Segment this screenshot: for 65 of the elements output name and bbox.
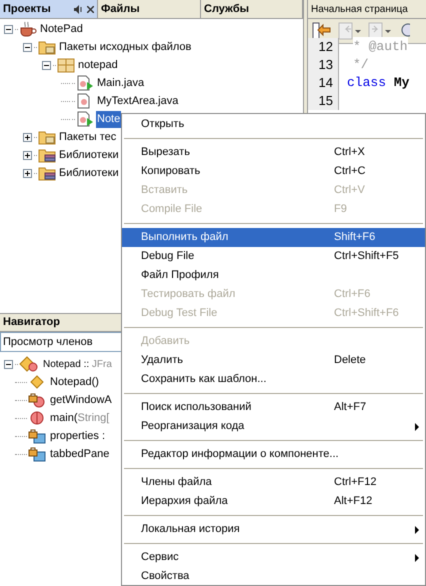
collapse-icon[interactable] <box>42 60 51 70</box>
panel-tab[interactable]: Проекты <box>0 0 98 18</box>
close-icon[interactable] <box>87 6 94 12</box>
menu-item[interactable]: Сервис <box>122 548 425 567</box>
menu-item[interactable]: Выполнить файл Shift+F6 <box>122 228 425 247</box>
expand-icon[interactable] <box>23 132 32 142</box>
menu-item[interactable]: Свойства <box>122 567 425 586</box>
menu-item[interactable]: Файл Профиля <box>122 266 425 285</box>
tree-item[interactable]: Библиотеки <box>58 146 120 164</box>
class-name[interactable]: Notepad :: JFra <box>43 356 112 372</box>
folder-icon <box>38 147 56 163</box>
menu-item[interactable]: Удалить Delete <box>122 351 425 370</box>
folder-icon <box>38 129 56 145</box>
menu-item[interactable]: Поиск использований Alt+F7 <box>122 398 425 417</box>
menu-item[interactable]: Открыть <box>122 115 425 134</box>
member-item[interactable]: Notepad() <box>50 374 99 390</box>
line-number: 13 <box>308 56 339 74</box>
tree-item[interactable]: NotePad <box>39 20 84 38</box>
menu-item[interactable]: Члены файла Ctrl+F12 <box>122 473 425 492</box>
class-icon <box>18 356 40 372</box>
tree-item[interactable]: Main.java <box>96 74 146 92</box>
menu-item[interactable]: Локальная история <box>122 520 425 539</box>
panel-title: Навигатор <box>3 315 60 330</box>
java-file-icon <box>76 111 94 127</box>
member-item[interactable]: main(String[ <box>50 410 110 426</box>
line-number: 15 <box>308 92 339 110</box>
line-number: 12 <box>308 38 339 56</box>
lock-square-icon <box>28 446 46 462</box>
line-number: 14 <box>308 74 339 92</box>
tree-item[interactable]: Пакеты исходных файлов <box>58 38 192 56</box>
collapse-icon[interactable] <box>4 24 13 34</box>
lock-circle-icon <box>28 392 46 408</box>
document-arrow-icon[interactable] <box>338 22 362 40</box>
member-item[interactable]: properties : <box>50 428 106 444</box>
tree-item[interactable]: Библиотеки <box>58 164 120 182</box>
back-arrow-icon[interactable] <box>312 22 332 40</box>
expand-icon[interactable] <box>23 150 32 160</box>
code-line: class My <box>347 74 410 92</box>
menu-item[interactable]: Иерархия файла Alt+F12 <box>122 492 425 511</box>
menu-item[interactable]: Вырезать Ctrl+X <box>122 143 425 162</box>
menu-item[interactable]: Debug File Ctrl+Shift+F5 <box>122 247 425 266</box>
collapse-icon[interactable] <box>4 360 13 368</box>
menu-item[interactable]: Реорганизация кода <box>122 417 425 436</box>
tree-item[interactable]: Пакеты тес <box>58 128 118 146</box>
member-item[interactable]: getWindowA <box>50 392 112 408</box>
lock-square-icon <box>28 428 46 444</box>
java-file-icon <box>76 75 94 91</box>
panel-tab[interactable]: Службы <box>201 0 303 18</box>
tree-item[interactable]: MyTextArea.java <box>96 92 180 110</box>
menu-item[interactable]: Сохранить как шаблон... <box>122 370 425 389</box>
tree-item[interactable]: notepad <box>77 56 119 74</box>
coffee-cup-icon <box>19 21 37 37</box>
collapse-icon[interactable] <box>23 42 32 52</box>
member-item[interactable]: tabbedPane <box>50 446 110 462</box>
menu-item[interactable]: Копировать Ctrl+C <box>122 162 425 181</box>
speaker-icon[interactable] <box>74 4 83 14</box>
diamond-icon <box>30 375 44 389</box>
menu-item[interactable]: Редактор информации о компоненте... <box>122 445 425 464</box>
panel-tab[interactable]: Файлы <box>98 0 201 18</box>
folder-icon <box>38 39 56 55</box>
expand-icon[interactable] <box>23 168 32 178</box>
folder-icon <box>38 165 56 181</box>
circle-icon <box>30 411 44 425</box>
package-icon <box>57 57 75 73</box>
tree-item[interactable]: Note <box>96 110 122 128</box>
